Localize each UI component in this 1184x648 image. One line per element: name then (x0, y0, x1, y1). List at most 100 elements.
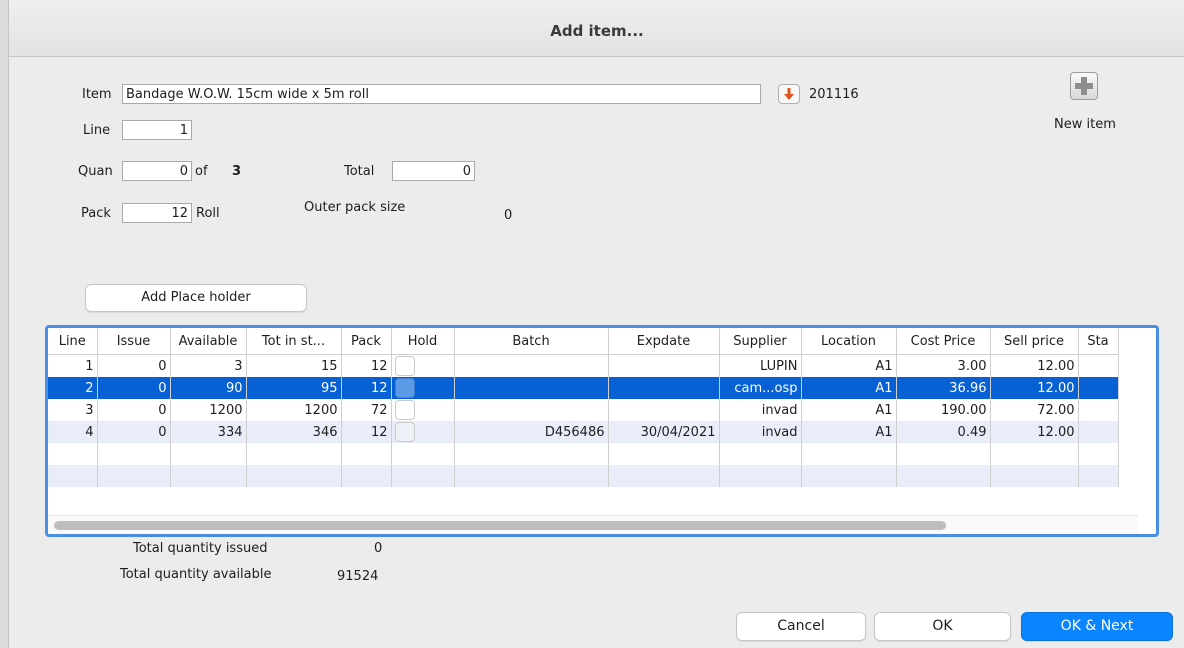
col-sell-price[interactable]: Sell price (990, 328, 1079, 355)
cell-expdate (608, 399, 720, 421)
cell-pack: 72 (341, 399, 392, 421)
cell-tot-in-stock (246, 465, 342, 487)
item-label: Item (82, 87, 112, 102)
outer-pack-size-value: 0 (504, 208, 513, 223)
cell-batch (454, 443, 609, 465)
cell-line (48, 443, 98, 465)
cell-issue: 0 (97, 421, 171, 443)
col-issue[interactable]: Issue (97, 328, 171, 355)
cell-hold[interactable] (391, 354, 455, 377)
col-location[interactable]: Location (801, 328, 897, 355)
plus-icon (1075, 77, 1093, 95)
ok-next-button[interactable]: OK & Next (1021, 612, 1173, 641)
cell-sell-price: 72.00 (990, 399, 1079, 421)
cell-location: A1 (801, 354, 897, 377)
cell-issue: 0 (97, 377, 171, 399)
hold-checkbox[interactable] (394, 356, 415, 376)
cell-supplier: LUPIN (719, 354, 802, 377)
cell-location: A1 (801, 399, 897, 421)
hold-checkbox[interactable] (394, 400, 415, 420)
quantity-field[interactable]: 0 (122, 161, 192, 181)
cancel-button[interactable]: Cancel (736, 612, 866, 641)
hold-checkbox[interactable] (394, 378, 415, 398)
item-lookup-button[interactable] (778, 84, 800, 104)
cell-location: A1 (801, 377, 897, 399)
cell-sell-price (990, 443, 1079, 465)
table-row[interactable]: 4 0 334 346 12 D456486 30/04/2021 invad A1 0.49 12… (48, 421, 1119, 443)
cell-pack: 12 (341, 421, 392, 443)
cell-location (801, 443, 897, 465)
cell-hold[interactable] (391, 465, 455, 487)
item-code: 201116 (809, 87, 859, 102)
table-row[interactable] (48, 443, 1119, 465)
cell-hold[interactable] (391, 443, 455, 465)
cell-tot-in-stock: 346 (246, 421, 342, 443)
cell-batch (454, 354, 609, 377)
col-available[interactable]: Available (170, 328, 247, 355)
cell-pack: 12 (341, 377, 392, 399)
cell-available: 1200 (170, 399, 247, 421)
cell-issue: 0 (97, 354, 171, 377)
line-field[interactable]: 1 (122, 120, 192, 140)
cell-tot-in-stock (246, 443, 342, 465)
line-label: Line (83, 123, 111, 138)
table-row[interactable] (48, 465, 1119, 487)
cell-hold[interactable] (391, 421, 455, 443)
cell-cost-price: 0.49 (896, 421, 991, 443)
cell-status (1078, 443, 1119, 465)
pack-label: Pack (81, 206, 111, 221)
hold-checkbox[interactable] (394, 422, 415, 442)
cell-issue (97, 465, 171, 487)
cell-available (170, 443, 247, 465)
col-pack[interactable]: Pack (341, 328, 392, 355)
col-supplier[interactable]: Supplier (719, 328, 802, 355)
batch-table[interactable]: Line Issue Available Tot in st... Pack H… (45, 325, 1159, 537)
cell-available: 90 (170, 377, 247, 399)
col-hold[interactable]: Hold (391, 328, 455, 355)
cell-expdate (608, 354, 720, 377)
cell-sell-price: 12.00 (990, 421, 1079, 443)
item-name-field[interactable]: Bandage W.O.W. 15cm wide x 5m roll (122, 84, 761, 104)
new-item-button[interactable] (1070, 72, 1098, 100)
col-line[interactable]: Line (48, 328, 98, 355)
cell-supplier (719, 465, 802, 487)
cell-cost-price (896, 465, 991, 487)
add-placeholder-button[interactable]: Add Place holder (85, 284, 307, 312)
col-tot-in-stock[interactable]: Tot in st... (246, 328, 342, 355)
cell-pack (341, 465, 392, 487)
cell-line: 1 (48, 354, 98, 377)
add-item-dialog: Add item... Item Bandage W.O.W. 15cm wid… (8, 0, 1184, 648)
cell-expdate (608, 377, 720, 399)
ok-button[interactable]: OK (874, 612, 1011, 641)
total-field[interactable]: 0 (392, 161, 475, 181)
cell-batch (454, 465, 609, 487)
table-row[interactable]: 2 0 90 95 12 cam...osp A1 36.96 12.00 (48, 377, 1119, 399)
cell-expdate (608, 465, 720, 487)
col-batch[interactable]: Batch (454, 328, 609, 355)
scrollbar-thumb[interactable] (54, 521, 946, 530)
cell-supplier: cam...osp (719, 377, 802, 399)
total-label: Total (344, 164, 375, 179)
pack-field[interactable]: 12 (122, 203, 192, 223)
cell-tot-in-stock: 1200 (246, 399, 342, 421)
cell-sell-price (990, 465, 1079, 487)
cell-hold[interactable] (391, 399, 455, 421)
table-row[interactable]: 3 0 1200 1200 72 invad A1 190.00 72.00 (48, 399, 1119, 421)
cell-available (170, 465, 247, 487)
total-issued-value: 0 (374, 541, 383, 556)
cell-status (1078, 421, 1119, 443)
quan-label: Quan (78, 164, 113, 179)
col-expdate[interactable]: Expdate (608, 328, 720, 355)
table-row[interactable]: 1 0 3 15 12 LUPIN A1 3.00 12.00 (48, 354, 1119, 377)
horizontal-scrollbar[interactable] (48, 515, 1138, 534)
pack-unit: Roll (196, 206, 220, 221)
cell-cost-price (896, 443, 991, 465)
cell-hold[interactable] (391, 377, 455, 399)
cell-expdate (608, 443, 720, 465)
cell-supplier: invad (719, 399, 802, 421)
cell-sell-price: 12.00 (990, 354, 1079, 377)
col-status[interactable]: Sta (1078, 328, 1119, 355)
col-cost-price[interactable]: Cost Price (896, 328, 991, 355)
cell-status (1078, 399, 1119, 421)
cell-supplier (719, 443, 802, 465)
